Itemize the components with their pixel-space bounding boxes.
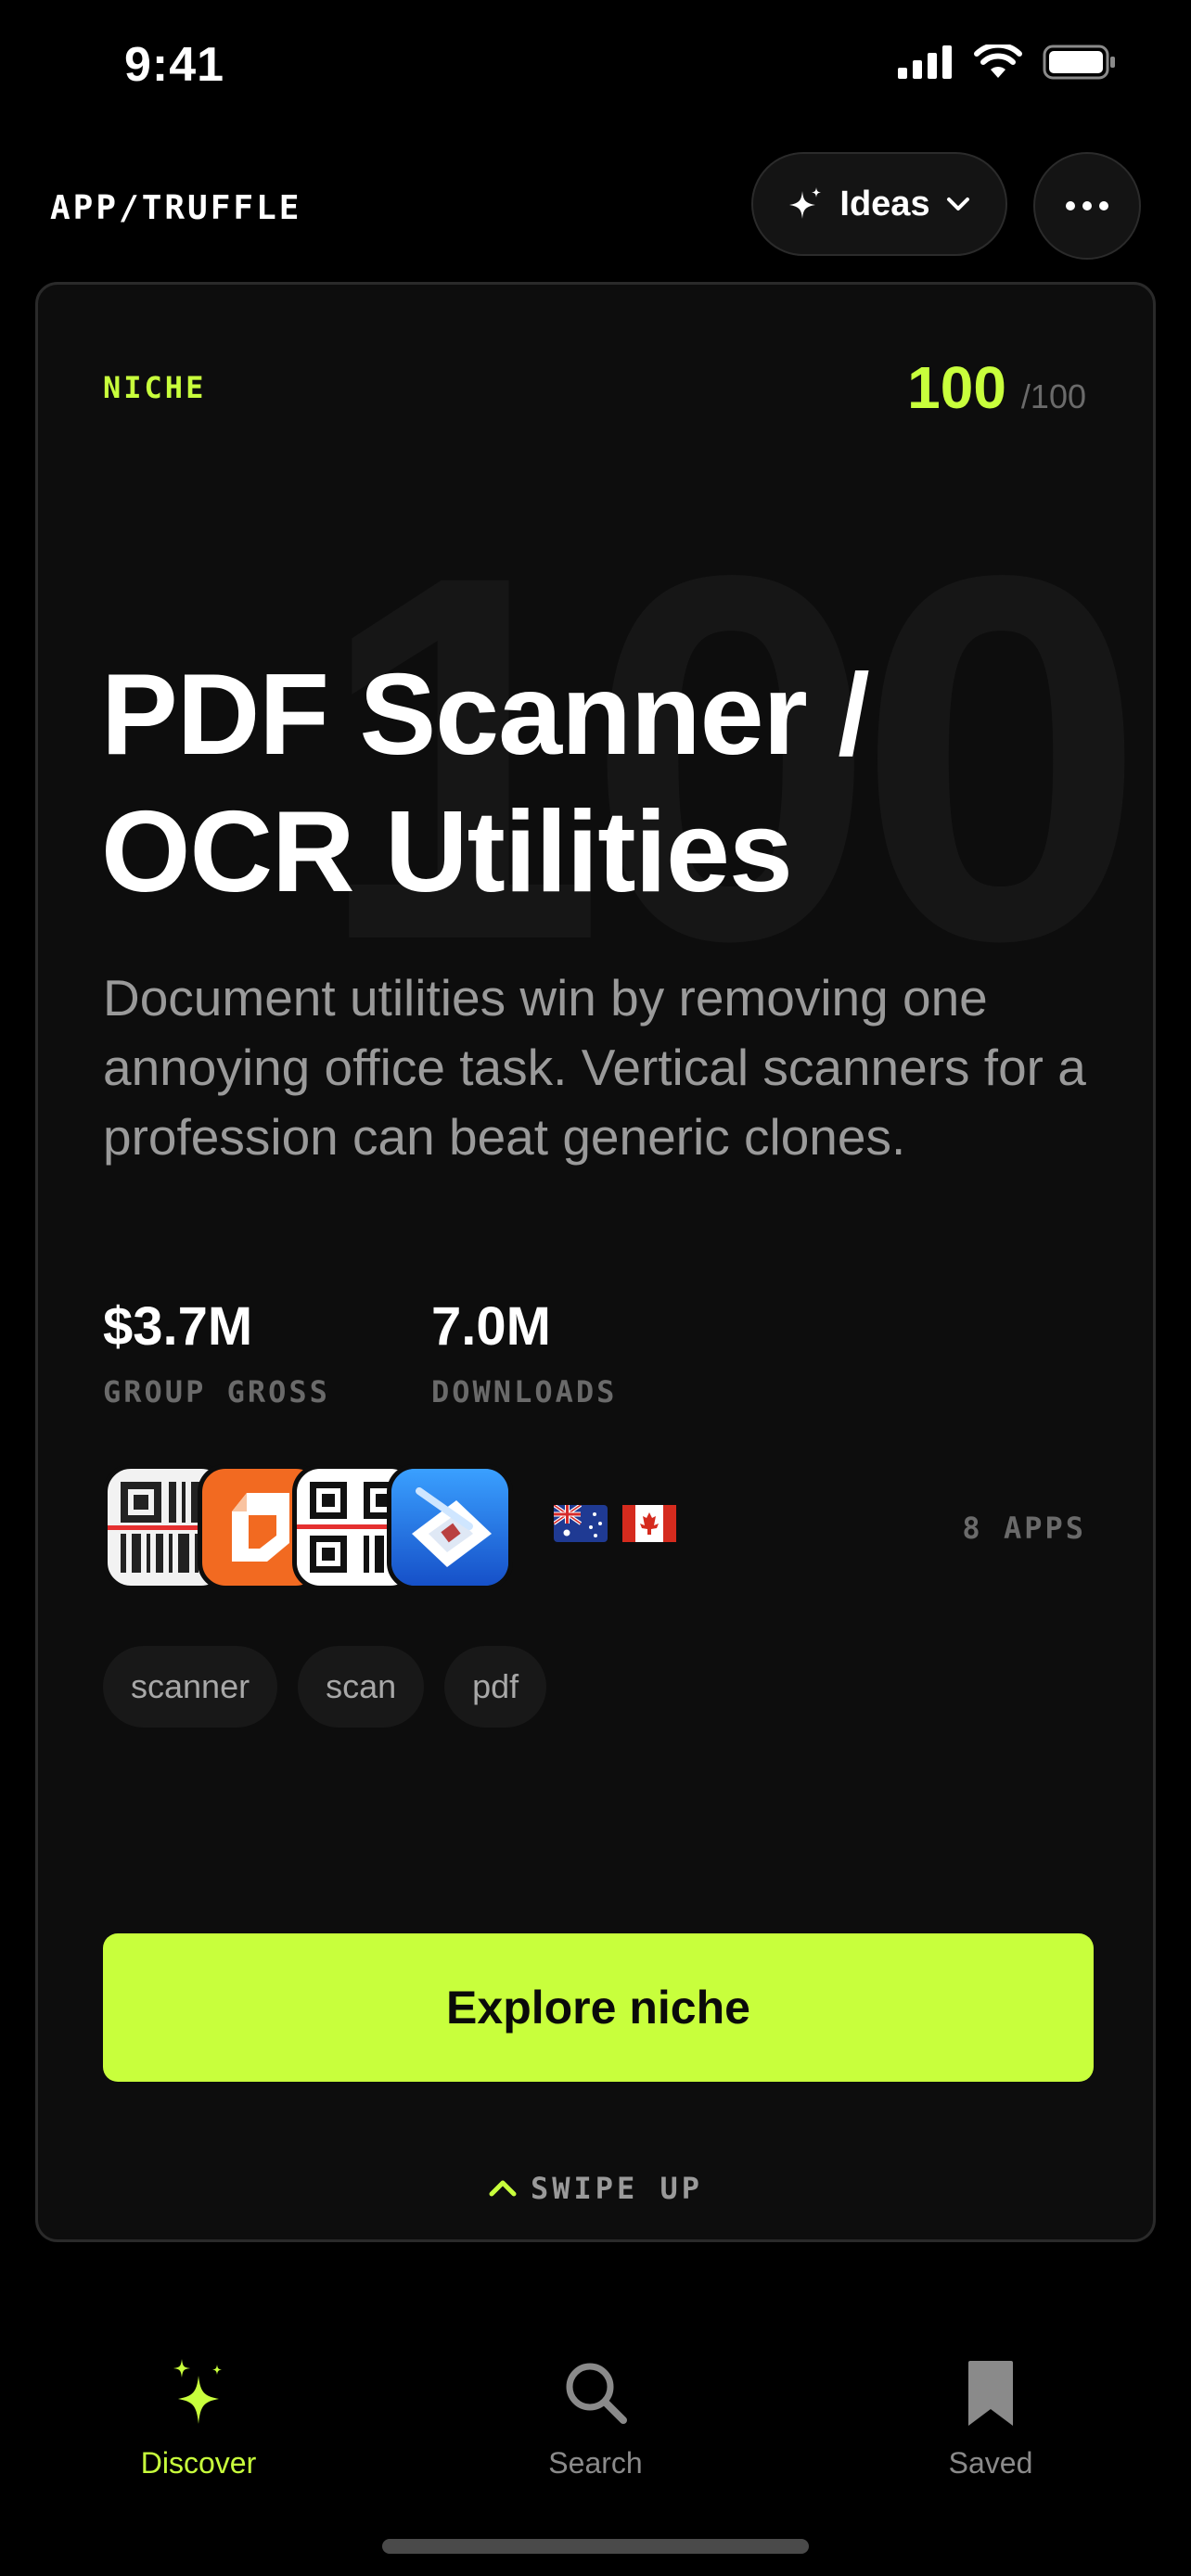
stat-downloads: 7.0M DOWNLOADS <box>431 1295 617 1409</box>
bottom-tab-bar: Discover Search Saved <box>0 2337 1191 2522</box>
search-icon <box>566 2363 627 2424</box>
chevron-up-icon <box>489 2180 517 2197</box>
niche-title-line1: PDF Scanner / <box>101 651 870 779</box>
ideas-label: Ideas <box>839 184 930 223</box>
tag-list: scanner scan pdf <box>103 1646 547 1728</box>
swipe-up-hint[interactable]: SWIPE UP <box>38 2171 1153 2206</box>
status-bar: 9:41 <box>0 0 1191 139</box>
status-icons <box>898 45 1117 80</box>
stat-label: GROUP GROSS <box>103 1374 330 1409</box>
tab-label: Discover <box>140 2446 257 2480</box>
niche-title: PDF Scanner / OCR Utilities <box>101 646 1103 921</box>
more-horizontal-icon <box>1066 201 1108 210</box>
niche-label: NICHE <box>103 370 207 405</box>
niche-description: Document utilities win by removing one a… <box>103 969 1086 1166</box>
brand-logo-text: APP/TRUFFLE <box>50 189 302 227</box>
stat-label: DOWNLOADS <box>431 1374 618 1409</box>
sparkle-icon <box>789 187 822 219</box>
score-max: /100 <box>1020 377 1086 415</box>
explore-niche-button[interactable]: Explore niche <box>103 1933 1094 2082</box>
tab-label: Search <box>548 2446 643 2480</box>
niche-score: 100 /100 <box>907 353 1086 422</box>
tag-chip[interactable]: scan <box>298 1646 425 1728</box>
niche-card[interactable]: 100 NICHE 100 /100 PDF Scanner / OCR Uti… <box>35 282 1156 2242</box>
australia-flag-icon <box>554 1505 608 1542</box>
niche-title-line2: OCR Utilities <box>101 788 793 916</box>
battery-icon <box>1043 45 1115 80</box>
tab-saved[interactable]: Saved <box>879 2355 1102 2480</box>
country-flags <box>554 1505 676 1542</box>
stat-value: 7.0M <box>431 1296 551 1357</box>
ideas-dropdown-button[interactable]: Ideas <box>751 152 1007 256</box>
tab-discover[interactable]: Discover <box>87 2355 310 2480</box>
swipe-up-label: SWIPE UP <box>530 2171 704 2206</box>
app-icon-stack[interactable] <box>103 1464 513 1594</box>
tag-chip[interactable]: scanner <box>103 1646 278 1728</box>
tab-search[interactable]: Search <box>484 2355 707 2480</box>
wifi-icon <box>974 45 1022 78</box>
home-indicator[interactable] <box>382 2539 809 2554</box>
bookmark-icon <box>968 2361 1013 2426</box>
tag-chip[interactable]: pdf <box>444 1646 547 1728</box>
explore-niche-label: Explore niche <box>446 1982 750 2034</box>
stat-value: $3.7M <box>103 1296 253 1357</box>
canada-flag-icon <box>622 1505 676 1542</box>
more-options-button[interactable] <box>1033 152 1141 260</box>
top-header: APP/TRUFFLE Ideas <box>0 148 1191 260</box>
sparkles-icon <box>173 2359 222 2424</box>
stat-group-gross: $3.7M GROUP GROSS <box>103 1295 330 1409</box>
chevron-down-icon <box>946 198 969 210</box>
score-value: 100 <box>907 354 1006 421</box>
tab-label: Saved <box>948 2446 1033 2480</box>
scanner-pro-app-icon <box>387 1464 513 1590</box>
cellular-signal-icon <box>898 45 952 79</box>
apps-count: 8 APPS <box>962 1511 1086 1546</box>
status-time: 9:41 <box>124 38 225 92</box>
